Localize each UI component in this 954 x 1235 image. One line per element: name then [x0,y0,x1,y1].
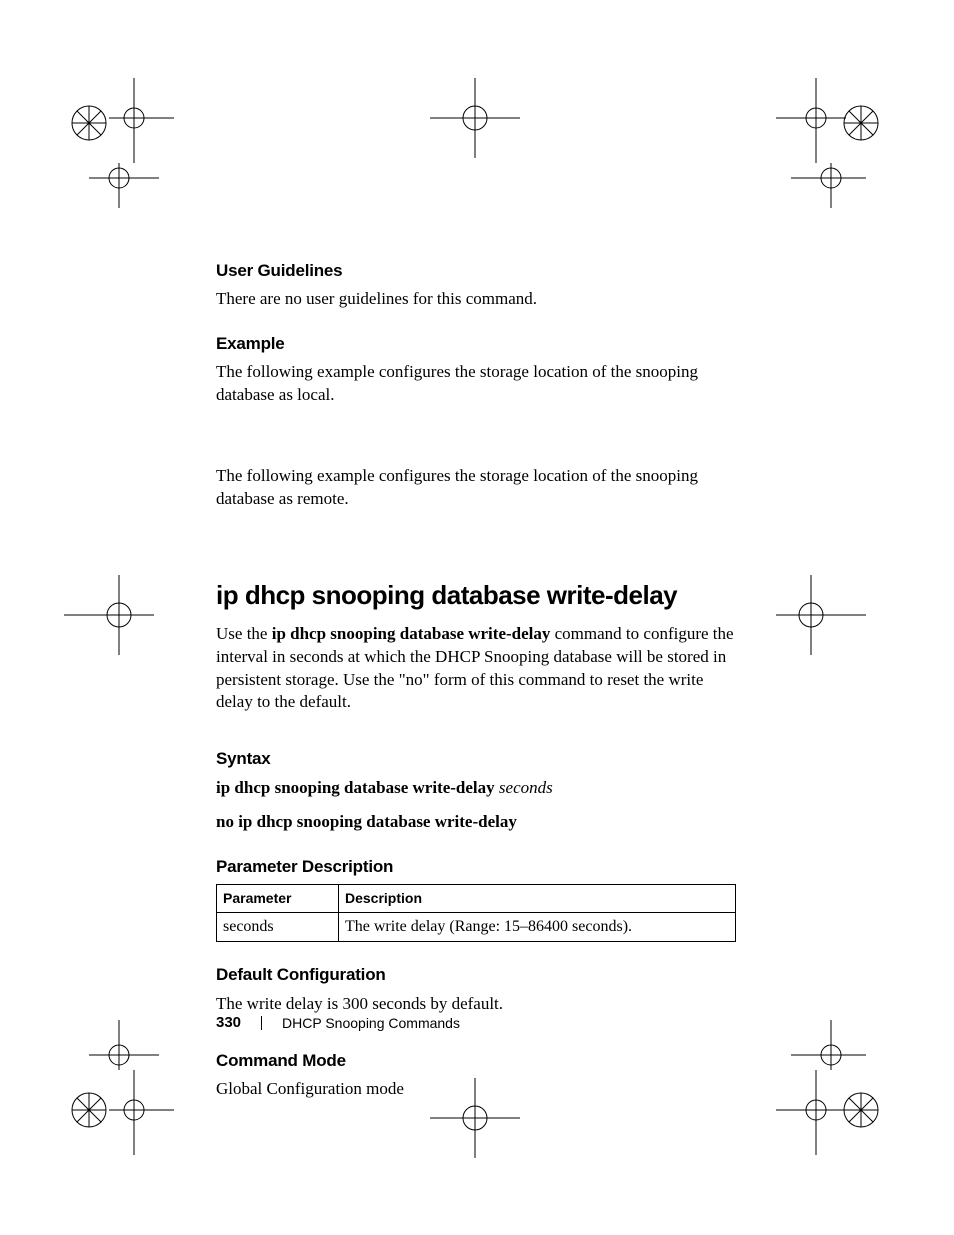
page-footer: 330 DHCP Snooping Commands [216,1014,460,1031]
registration-mark-icon [430,78,520,158]
heading-command-mode: Command Mode [216,1050,736,1072]
footer-divider [261,1016,262,1030]
heading-default-configuration: Default Configuration [216,964,736,986]
td-desc: The write delay (Range: 15–86400 seconds… [339,912,736,942]
table-row: seconds The write delay (Range: 15–86400… [217,912,736,942]
heading-command: ip dhcp snooping database write-delay [216,579,736,613]
th-description: Description [339,885,736,912]
text-user-guidelines: There are no user guidelines for this co… [216,288,736,311]
text-example-2: The following example configures the sto… [216,465,736,511]
heading-example: Example [216,333,736,355]
th-parameter: Parameter [217,885,339,912]
crop-mark-icon [726,78,886,208]
parameter-table: Parameter Description seconds The write … [216,884,736,942]
crop-mark-icon [726,1020,886,1160]
text-default-configuration: The write delay is 300 seconds by defaul… [216,993,736,1016]
crop-mark-icon [64,78,224,208]
text-command-mode: Global Configuration mode [216,1078,736,1101]
heading-parameter-description: Parameter Description [216,856,736,878]
page-number: 330 [216,1014,241,1031]
text-command-intro: Use the ip dhcp snooping database write-… [216,623,736,715]
page-content: User Guidelines There are no user guidel… [216,260,736,1113]
table-header-row: Parameter Description [217,885,736,912]
syntax-line-1: ip dhcp snooping database write-delay se… [216,777,736,800]
chapter-title: DHCP Snooping Commands [282,1015,460,1031]
registration-mark-icon [776,575,866,655]
crop-mark-icon [64,1020,224,1160]
text-example-1: The following example configures the sto… [216,361,736,407]
syntax-line-2: no ip dhcp snooping database write-delay [216,811,736,834]
td-param: seconds [217,912,339,942]
registration-mark-icon [64,575,154,655]
heading-user-guidelines: User Guidelines [216,260,736,282]
heading-syntax: Syntax [216,748,736,770]
